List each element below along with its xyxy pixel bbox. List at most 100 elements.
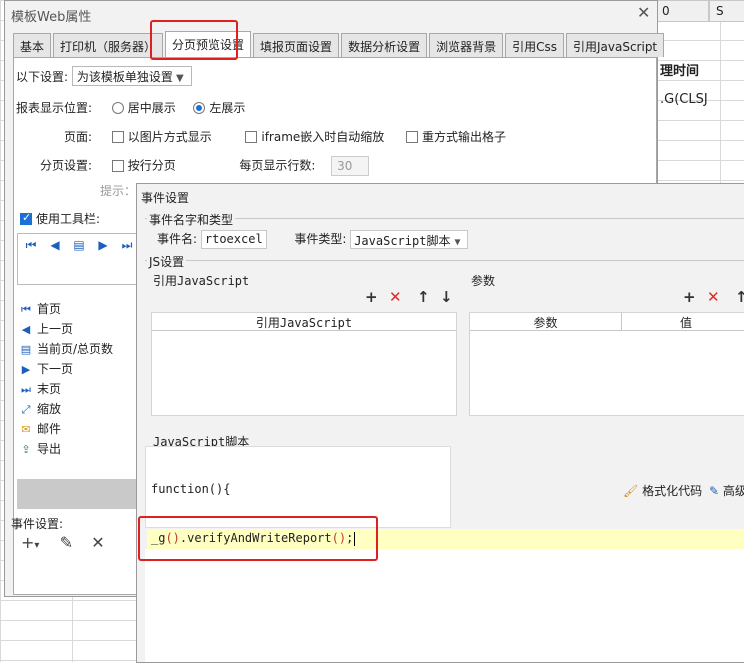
paging-label: 分页设置: bbox=[40, 158, 93, 173]
checkbox-use-toolbar[interactable] bbox=[20, 211, 32, 225]
tab-printer[interactable]: 打印机（服务器） bbox=[53, 33, 164, 57]
event-settings-dialog: 事件设置 事件名字和类型 事件名: rtoexcel 事件类型: JavaScr… bbox=[136, 183, 744, 663]
display-position-label: 报表显示位置: bbox=[16, 101, 93, 115]
script-editor-bottom[interactable] bbox=[145, 549, 744, 662]
checkbox-repeat[interactable] bbox=[405, 131, 418, 143]
last-page-icon: ⏭ bbox=[21, 383, 31, 396]
toolbar-item-label: 首页 bbox=[37, 302, 62, 316]
delete-icon[interactable]: ✕ bbox=[91, 533, 104, 552]
checkbox-image-label: 以图片方式显示 bbox=[127, 130, 212, 144]
checkbox-image[interactable] bbox=[111, 131, 124, 143]
toolbar-item-page-count[interactable]: ▤ 当前页/总页数 bbox=[19, 340, 113, 357]
tab-data-analysis[interactable]: 数据分析设置 bbox=[341, 33, 428, 57]
use-toolbar-label: 使用工具栏: bbox=[36, 212, 101, 226]
ref-js-label: 引用JavaScript bbox=[153, 274, 250, 288]
zoom-icon: ⤢ bbox=[21, 403, 31, 416]
move-up-icon[interactable]: ↑ bbox=[417, 288, 430, 306]
event-type-value: JavaScript脚本 bbox=[354, 234, 451, 248]
toolbar-item-label: 邮件 bbox=[37, 422, 62, 436]
mail-icon: ✉ bbox=[21, 423, 31, 436]
radio-center-label: 居中展示 bbox=[127, 101, 176, 115]
add-ref-icon[interactable]: + bbox=[365, 288, 378, 306]
first-page-icon: ⏮ bbox=[21, 303, 31, 316]
ref-js-column: 引用JavaScript bbox=[152, 313, 456, 331]
sheet-col-label: 0 bbox=[662, 4, 670, 18]
page-count-icon[interactable]: ▤ bbox=[70, 238, 88, 254]
toolbar-preview-bar bbox=[17, 479, 145, 509]
group-js-label: JS设置 bbox=[147, 253, 187, 270]
checkbox-iframe[interactable] bbox=[245, 131, 258, 143]
move-down-icon[interactable]: ↓ bbox=[440, 288, 453, 306]
radio-left-label: 左展示 bbox=[209, 101, 246, 115]
param-column: 参数 bbox=[470, 313, 622, 331]
dialog-title: 事件设置 bbox=[141, 191, 190, 205]
params-grid: 参数 值 bbox=[469, 312, 744, 416]
event-tools: +▾ ✎ ✕ bbox=[21, 533, 105, 552]
advanced-label: 高级 bbox=[722, 484, 744, 498]
toolbar-item-first[interactable]: ⏮ 首页 bbox=[19, 300, 61, 317]
toolbar-item-mail[interactable]: ✉ 邮件 bbox=[19, 420, 61, 437]
broom-icon: 🖌 bbox=[623, 484, 639, 498]
advanced-button[interactable]: ✎ 高级 bbox=[709, 482, 744, 499]
settings-select-value: 为该模板单独设置 bbox=[76, 70, 173, 84]
last-page-icon[interactable]: ⏭ bbox=[118, 238, 136, 254]
checkbox-row-paging[interactable] bbox=[111, 159, 124, 172]
delete-param-icon[interactable]: ✕ bbox=[707, 288, 720, 306]
toolbar-item-prev[interactable]: ◀ 上一页 bbox=[19, 320, 73, 337]
move-up-icon[interactable]: ↑ bbox=[735, 288, 744, 306]
params-label: 参数 bbox=[471, 274, 496, 288]
sheet-cell-value: .G(CLSJ bbox=[660, 92, 708, 107]
checkbox-repeat-label: 重方式输出格子 bbox=[421, 130, 506, 144]
value-column: 值 bbox=[622, 313, 744, 331]
toolbar-item-next[interactable]: ▶ 下一页 bbox=[19, 360, 73, 377]
code-highlight-box bbox=[138, 516, 378, 561]
rows-per-page-label: 每页显示行数: bbox=[239, 158, 316, 173]
event-type-label: 事件类型: bbox=[294, 232, 347, 246]
next-page-icon[interactable]: ▶ bbox=[94, 238, 112, 254]
toolbar-item-label: 下一页 bbox=[37, 362, 74, 376]
function-header: function(){ bbox=[151, 482, 231, 496]
window-title: 模板Web属性 bbox=[11, 10, 92, 25]
add-icon[interactable]: + bbox=[21, 533, 34, 552]
prev-page-icon: ◀ bbox=[21, 323, 31, 336]
group-divider bbox=[145, 260, 744, 261]
group-name-type-label: 事件名字和类型 bbox=[147, 211, 236, 228]
tab-ref-js[interactable]: 引用JavaScript bbox=[565, 33, 665, 57]
edit-icon[interactable]: ✎ bbox=[60, 533, 73, 552]
radio-left[interactable] bbox=[193, 102, 206, 114]
tab-fill-page[interactable]: 填报页面设置 bbox=[253, 33, 340, 57]
page-label: 页面: bbox=[64, 130, 93, 144]
rows-per-page-input[interactable]: 30 bbox=[331, 156, 370, 176]
toolbar-preview: ⏮ ◀ ▤ ▶ ⏭ bbox=[17, 233, 145, 285]
chevron-down-icon[interactable]: ▾ bbox=[34, 540, 39, 551]
page-row: 页面: 以图片方式显示 iframe嵌入时自动缩放 重方式输出格子 bbox=[64, 128, 506, 145]
event-name-row: 事件名: rtoexcel 事件类型: JavaScript脚本 ▼ bbox=[157, 230, 469, 249]
toolbar-item-zoom[interactable]: ⤢ 缩放 bbox=[19, 400, 61, 417]
checkbox-row-paging-label: 按行分页 bbox=[127, 158, 176, 173]
sheet-column-header: 0 bbox=[655, 0, 709, 22]
close-icon[interactable]: ✕ bbox=[637, 3, 650, 22]
page-count-icon: ▤ bbox=[20, 343, 32, 356]
toolbar-item-export[interactable]: ⇪ 导出 bbox=[19, 440, 61, 457]
settings-label: 以下设置: bbox=[16, 70, 69, 84]
tab-basic[interactable]: 基本 bbox=[13, 33, 52, 57]
format-code-label: 格式化代码 bbox=[642, 484, 703, 498]
format-code-button[interactable]: 🖌 格式化代码 bbox=[623, 482, 702, 499]
checkbox-iframe-label: iframe嵌入时自动缩放 bbox=[261, 130, 385, 144]
delete-ref-icon[interactable]: ✕ bbox=[389, 288, 402, 306]
add-param-icon[interactable]: + bbox=[683, 288, 696, 306]
event-settings-label: 事件设置: bbox=[11, 517, 64, 531]
first-page-icon[interactable]: ⏮ bbox=[22, 238, 40, 254]
event-type-select[interactable]: JavaScript脚本 ▼ bbox=[350, 230, 469, 249]
tab-browser-bg[interactable]: 浏览器背景 bbox=[429, 33, 504, 57]
radio-center[interactable] bbox=[111, 102, 124, 114]
edit-icon: ✎ bbox=[709, 484, 720, 498]
toolbar-item-last[interactable]: ⏭ 末页 bbox=[19, 380, 61, 397]
next-page-icon: ▶ bbox=[21, 363, 31, 376]
event-name-input[interactable]: rtoexcel bbox=[200, 230, 267, 249]
settings-select[interactable]: 为该模板单独设置 ▼ bbox=[71, 66, 192, 86]
prev-page-icon[interactable]: ◀ bbox=[46, 238, 64, 254]
event-name-label: 事件名: bbox=[157, 232, 198, 246]
settings-row: 以下设置: 为该模板单独设置 ▼ bbox=[16, 66, 192, 86]
tab-ref-css[interactable]: 引用Css bbox=[505, 33, 564, 57]
